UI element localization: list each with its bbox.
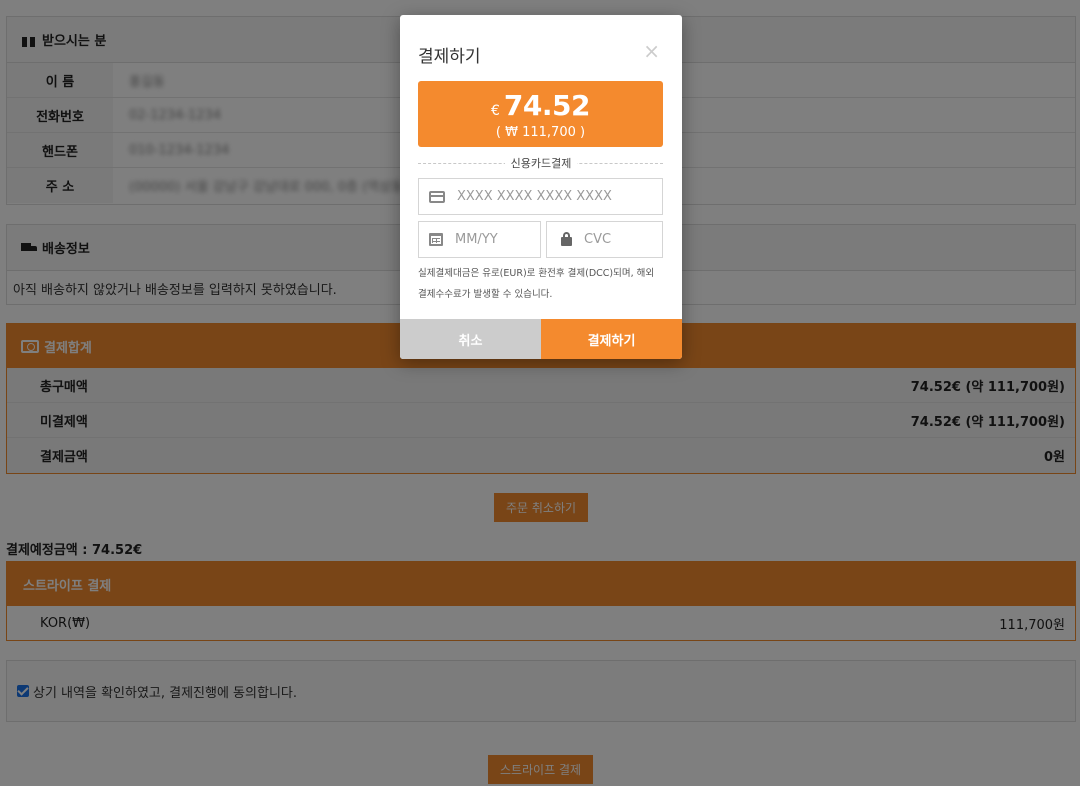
amount-box: € 74.52 ( ₩ 111,700 ) <box>418 81 663 147</box>
expiry-placeholder: MM/YY <box>455 232 498 247</box>
amount-krw: ( ₩ 111,700 ) <box>495 125 586 140</box>
lock-icon <box>561 232 572 246</box>
modal-cancel-button[interactable]: 취소 <box>400 319 541 359</box>
payment-modal: 결제하기 × € 74.52 ( ₩ 111,700 ) 신용카드결제 XXXX… <box>400 15 682 359</box>
card-placeholder: XXXX XXXX XXXX XXXX <box>457 189 612 204</box>
section-label-wrap: 신용카드결제 <box>400 155 682 171</box>
card-number-input[interactable]: XXXX XXXX XXXX XXXX <box>418 178 663 215</box>
cvc-placeholder: CVC <box>584 232 612 247</box>
payment-notice: 실제결제대금은 유로(EUR)로 환전후 결제(DCC)되며, 해외 결제수수료… <box>418 263 668 305</box>
amount-value: 74.52 <box>503 89 591 122</box>
credit-card-icon <box>429 190 445 203</box>
calendar-icon <box>429 233 443 246</box>
notice-line: 결제수수료가 발생할 수 있습니다. <box>418 289 553 300</box>
section-label: 신용카드결제 <box>504 157 578 170</box>
notice-line: 실제결제대금은 유로(EUR)로 환전후 결제(DCC)되며, 해외 <box>418 268 655 279</box>
modal-title: 결제하기 <box>418 47 481 67</box>
modal-pay-button[interactable]: 결제하기 <box>541 319 682 359</box>
close-icon[interactable]: × <box>643 41 660 61</box>
expiry-input[interactable]: MM/YY <box>418 221 541 258</box>
cvc-input[interactable]: CVC <box>546 221 663 258</box>
currency-symbol: € <box>491 103 500 119</box>
